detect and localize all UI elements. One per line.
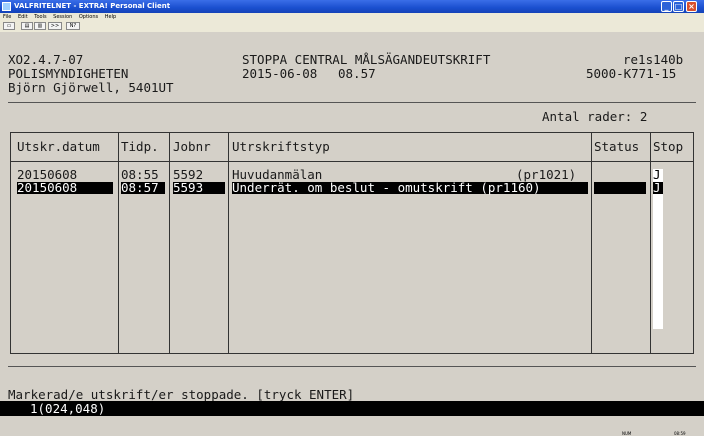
- case-number: 5000-K771-15: [586, 66, 677, 81]
- title-bar: VALFRITELNET - EXTRA! Personal Client _ …: [0, 0, 704, 13]
- col-divider: [650, 133, 651, 353]
- col-header-status: Status: [594, 139, 640, 154]
- menu-bar: File Edit Tools Session Options Help: [0, 13, 704, 21]
- screen-time: 08.57: [338, 66, 376, 81]
- app-icon: [2, 2, 11, 11]
- terminal-screen[interactable]: XO2.4.7-07 POLISMYNDIGHETEN Björn Gjörwe…: [0, 32, 704, 431]
- col-header-stop: Stop: [653, 139, 684, 154]
- table-row-2-jobnr[interactable]: 5593: [173, 181, 225, 194]
- col-header-tidp: Tidp.: [121, 139, 159, 154]
- close-button[interactable]: ×: [686, 1, 697, 12]
- status-bar: NUM 08:59: [0, 431, 704, 436]
- screen-date: 2015-06-08: [242, 66, 318, 81]
- num-lock-indicator: NUM: [622, 431, 632, 436]
- row-count: Antal rader: 2: [542, 109, 648, 124]
- table-row-2-tidp[interactable]: 08:57: [121, 181, 165, 194]
- menu-file[interactable]: File: [3, 14, 11, 20]
- screen-title: STOPPA CENTRAL MÅLSÄGANDEUTSKRIFT: [242, 52, 491, 67]
- menu-help[interactable]: Help: [105, 14, 116, 20]
- menu-options[interactable]: Options: [79, 14, 98, 20]
- col-header-datum: Utskr.datum: [17, 139, 100, 154]
- user-name: Björn Gjörwell, 5401UT: [8, 80, 174, 95]
- minimize-button[interactable]: _: [661, 1, 672, 12]
- table-row-2-typ[interactable]: Underrät. om beslut - omutskrift (pr1160…: [232, 180, 588, 195]
- paste-icon[interactable]: ▥: [34, 22, 46, 30]
- col-divider: [118, 133, 119, 353]
- col-header-jobnr: Jobnr: [173, 139, 211, 154]
- maximize-button[interactable]: □: [673, 1, 684, 12]
- menu-edit[interactable]: Edit: [18, 14, 28, 20]
- table-row-2-stop[interactable]: J: [653, 181, 663, 194]
- col-divider: [228, 133, 229, 353]
- system-id: XO2.4.7-07: [8, 52, 84, 67]
- organization: POLISMYNDIGHETEN: [8, 66, 129, 81]
- cursor-position-bar: 1(024,048): [0, 401, 704, 416]
- header-divider: [8, 102, 696, 103]
- menu-session[interactable]: Session: [53, 14, 72, 20]
- program-id: re1s140b: [623, 52, 684, 67]
- col-header-typ: Utrskriftstyp: [232, 139, 330, 154]
- table-row-2-datum[interactable]: 20150608: [17, 181, 113, 194]
- col-divider: [169, 133, 170, 353]
- status-message: Markerad/e utskrift/er stoppade. [tryck …: [8, 387, 355, 402]
- table-row-2-status[interactable]: [594, 182, 646, 194]
- copy-icon[interactable]: ▤: [21, 22, 33, 30]
- send-icon[interactable]: >>: [48, 22, 62, 30]
- clock: 08:59: [674, 431, 686, 436]
- window-title: VALFRITELNET - EXTRA! Personal Client: [14, 2, 171, 10]
- cursor-position: 1(024,048): [30, 401, 106, 416]
- menu-tools[interactable]: Tools: [34, 14, 46, 20]
- table-row-2-code: (pr1160): [480, 180, 541, 195]
- print-jobs-table: Utskr.datum Tidp. Jobnr Utrskriftstyp St…: [10, 132, 694, 354]
- col-divider: [591, 133, 592, 353]
- footer-divider: [8, 366, 696, 367]
- new-session-icon[interactable]: ▭: [3, 22, 15, 30]
- help-icon[interactable]: N?: [66, 22, 80, 30]
